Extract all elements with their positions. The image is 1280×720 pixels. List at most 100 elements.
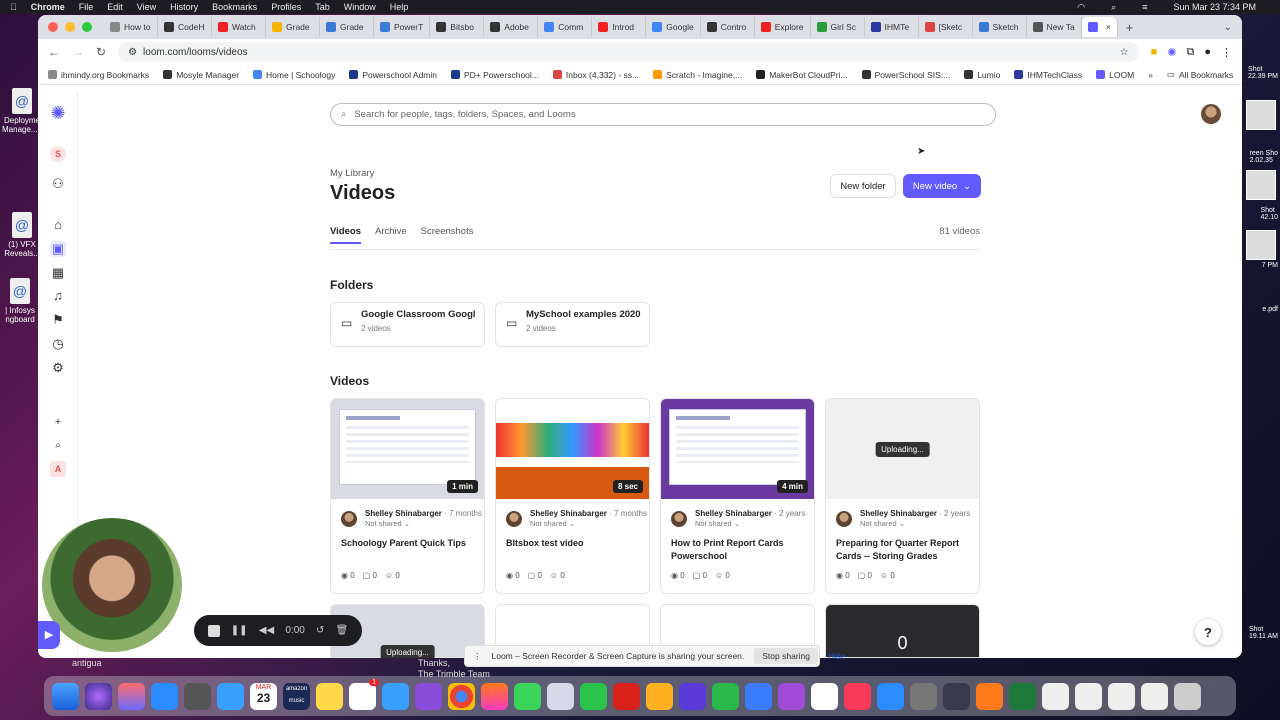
video-title[interactable]: Schoology Parent Quick Tips xyxy=(341,537,476,550)
share-status[interactable]: Not shared ⌄ xyxy=(860,519,905,528)
address-bar[interactable]: ⚙ loom.com/looms/videos ☆ xyxy=(118,42,1139,62)
settings-icon[interactable]: ⚙ xyxy=(50,360,66,376)
wifi-icon[interactable]: ◠ xyxy=(1077,2,1085,13)
chrome-icon[interactable] xyxy=(448,682,475,710)
browser-tab[interactable]: Watch xyxy=(212,17,266,37)
screenshot-app-icon[interactable] xyxy=(943,682,970,710)
browser-tab[interactable]: Comm xyxy=(538,17,593,37)
browser-tab[interactable]: Grade xyxy=(320,17,374,37)
bookmark-item[interactable]: Powerschool Admin xyxy=(349,70,437,80)
folder-card[interactable]: ▭ MySchool examples 2020 2 videos xyxy=(495,302,650,347)
account-avatar[interactable]: A xyxy=(50,461,66,477)
calculator-icon[interactable] xyxy=(184,682,211,710)
chrome-menu-icon[interactable]: ⋮ xyxy=(1221,46,1232,59)
bell-icon[interactable]: ♫ xyxy=(50,288,66,304)
share-status[interactable]: Not shared ⌄ xyxy=(365,519,410,528)
tab-screenshots[interactable]: Screenshots xyxy=(421,226,474,244)
menu-tab[interactable]: Tab xyxy=(315,2,330,12)
document-icon[interactable] xyxy=(1042,682,1069,710)
calendar-icon[interactable]: MAR 23 xyxy=(250,682,277,710)
camera-toggle-icon[interactable]: ▶ xyxy=(38,621,60,649)
document-icon[interactable] xyxy=(1141,682,1168,710)
apple-icon[interactable]:  xyxy=(10,2,17,12)
new-folder-button[interactable]: New folder xyxy=(830,174,896,198)
menu-profiles[interactable]: Profiles xyxy=(271,2,301,12)
video-title[interactable]: How to Print Report Cards Powerschool xyxy=(671,537,806,563)
stop-sharing-button[interactable]: Stop sharing xyxy=(754,648,818,664)
bookmark-item[interactable]: IHMTechClass xyxy=(1014,70,1082,80)
bookmark-item[interactable]: Mosyle Manager xyxy=(163,70,239,80)
browser-tab[interactable]: Sketch xyxy=(973,17,1027,37)
browser-tab[interactable]: PowerT xyxy=(374,17,431,37)
clock[interactable]: Sun Mar 23 7:34 PM xyxy=(1173,2,1256,12)
keynote-icon[interactable] xyxy=(745,682,772,710)
stop-recording-icon[interactable] xyxy=(207,624,220,637)
minimize-window-button[interactable] xyxy=(65,22,75,32)
pause-icon[interactable]: ❚❚ xyxy=(231,625,248,636)
control-center-icon[interactable]: ≡ xyxy=(1142,2,1147,12)
tab-search-icon[interactable]: ⌄ xyxy=(1224,22,1232,33)
browser-tab[interactable]: CodeH xyxy=(158,17,212,37)
menu-file[interactable]: File xyxy=(79,2,94,12)
tab-videos[interactable]: Videos xyxy=(330,226,361,244)
bookmark-star-icon[interactable]: ☆ xyxy=(1120,47,1129,58)
workspace-avatar[interactable]: S xyxy=(50,146,66,162)
browser-tab[interactable]: Adobe xyxy=(484,17,539,37)
bookmark-item[interactable]: Home | Schoology xyxy=(253,70,335,80)
new-tab-button[interactable]: + xyxy=(1126,20,1134,35)
video-thumbnail[interactable]: 4 min xyxy=(661,399,814,499)
document-icon[interactable] xyxy=(1075,682,1102,710)
video-thumbnail[interactable]: 8 sec xyxy=(496,399,649,499)
browser-tab[interactable]: Google xyxy=(646,17,701,37)
browser-tab[interactable]: [Sketc xyxy=(919,17,973,37)
user-avatar[interactable] xyxy=(1201,104,1221,124)
back-icon[interactable]: ← xyxy=(48,45,60,59)
breadcrumb[interactable]: My Library xyxy=(330,168,374,179)
video-thumbnail[interactable]: Uploading... xyxy=(826,399,979,499)
extensions-puzzle-icon[interactable]: ⧉ xyxy=(1186,46,1194,59)
browser-tab[interactable]: IHMTe xyxy=(865,17,919,37)
launchpad-icon[interactable] xyxy=(118,682,145,710)
menu-bookmarks[interactable]: Bookmarks xyxy=(212,2,257,12)
messages-icon[interactable] xyxy=(514,682,541,710)
bookmark-item[interactable]: Lumio xyxy=(964,70,1000,80)
video-title[interactable]: BItsbox test video xyxy=(506,537,641,550)
browser-tab[interactable]: Grade xyxy=(266,17,320,37)
help-button[interactable]: ? xyxy=(1195,619,1221,645)
library-icon[interactable]: ▣ xyxy=(50,241,66,257)
menu-history[interactable]: History xyxy=(170,2,198,12)
folder-card[interactable]: ▭ Google Classroom Googl... 2 videos xyxy=(330,302,485,347)
restart-icon[interactable]: ↺ xyxy=(316,625,324,636)
search-input[interactable]: ⌕ Search for people, tags, folders, Spac… xyxy=(330,103,996,126)
reload-icon[interactable]: ↻ xyxy=(96,45,106,59)
xcode-icon[interactable] xyxy=(877,682,904,710)
amazon-music-icon[interactable]: amazon music xyxy=(283,682,310,710)
bookmark-item[interactable]: PowerSchool SIS:... xyxy=(861,70,950,80)
video-thumbnail[interactable]: 1 min xyxy=(331,399,484,499)
menu-window[interactable]: Window xyxy=(344,2,376,12)
acrobat-icon[interactable] xyxy=(613,682,640,710)
menu-help[interactable]: Help xyxy=(390,2,409,12)
zoom-window-button[interactable] xyxy=(82,22,92,32)
desktop-file-icon[interactable]: @ (1) VFX Reveals... xyxy=(2,212,42,258)
stocks-icon[interactable] xyxy=(811,682,838,710)
firefox-icon[interactable] xyxy=(415,682,442,710)
desktop-file-icon[interactable]: @ Deployme Manage...e xyxy=(2,88,42,134)
desktop-screenshot-thumb[interactable] xyxy=(1246,230,1276,260)
profile-icon[interactable]: ● xyxy=(1204,46,1211,59)
video-card[interactable]: 0 xyxy=(825,604,980,658)
pages-icon[interactable] xyxy=(646,682,673,710)
extension-icon[interactable]: ■ xyxy=(1151,46,1158,59)
bookmarks-overflow-icon[interactable]: » xyxy=(1148,70,1153,80)
menu-edit[interactable]: Edit xyxy=(107,2,123,12)
mail-icon[interactable] xyxy=(217,682,244,710)
imovie-icon[interactable] xyxy=(679,682,706,710)
podcasts-icon[interactable] xyxy=(778,682,805,710)
browser-tab[interactable]: × xyxy=(1081,17,1118,37)
numbers-icon[interactable] xyxy=(712,682,739,710)
excel-icon[interactable] xyxy=(1009,682,1036,710)
search-icon[interactable]: ⌕ xyxy=(50,438,66,454)
menu-view[interactable]: View xyxy=(137,2,156,12)
drag-handle-icon[interactable]: ⋮ xyxy=(473,651,482,662)
app-menu[interactable]: Chrome xyxy=(31,2,65,12)
